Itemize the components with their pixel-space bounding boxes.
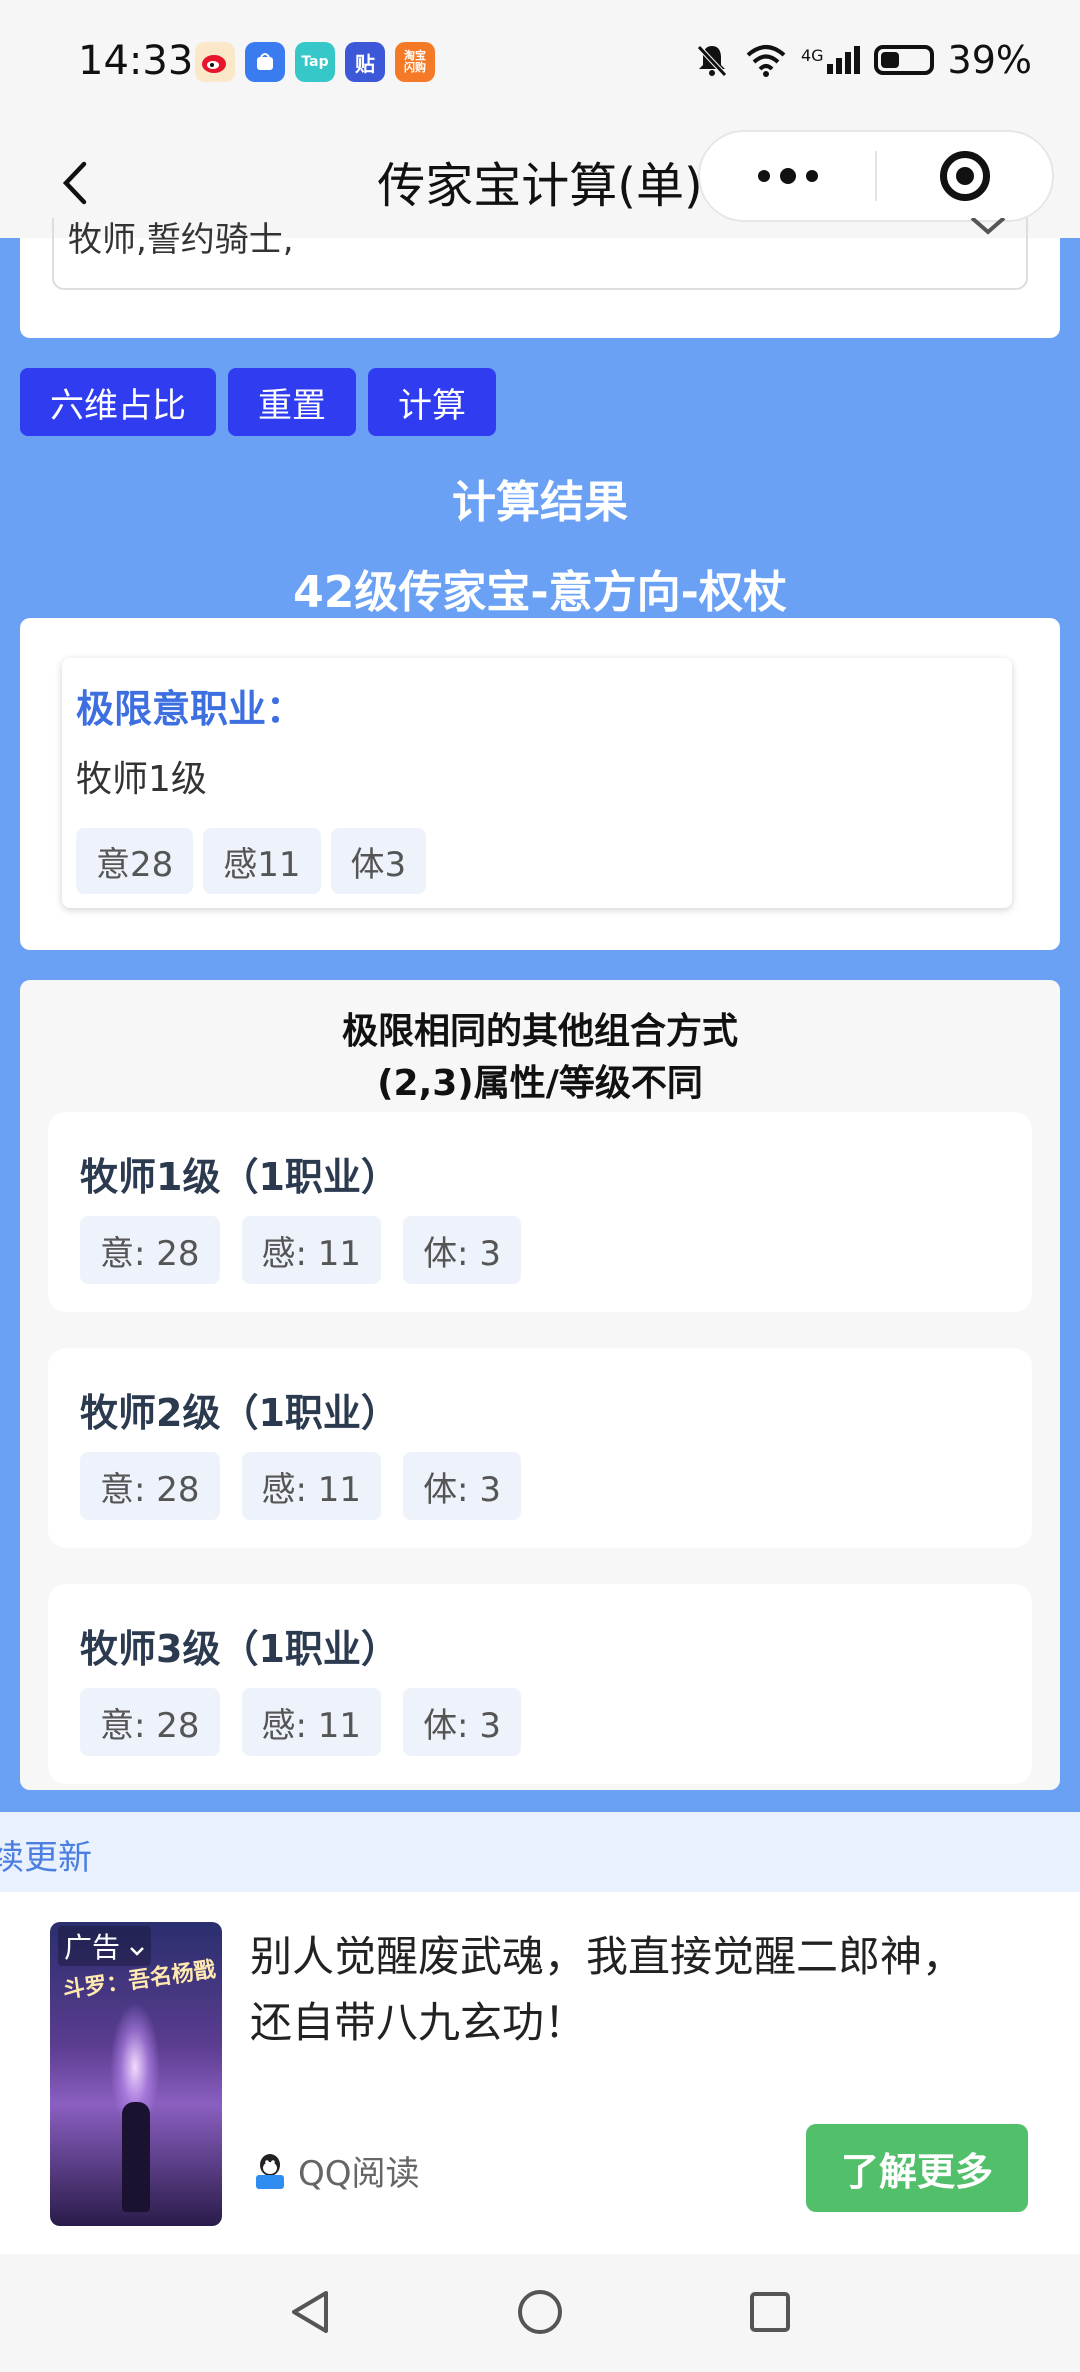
combo-tags: 意: 28 感: 11 体: 3 bbox=[80, 1216, 521, 1284]
mute-bell-icon bbox=[697, 45, 727, 77]
ad-banner[interactable]: 续更新 斗罗：吾名杨戬 广告 别人觉醒废武魂，我直接觉醒二郎神，还自带八九玄功！… bbox=[0, 1812, 1080, 2254]
status-bar: 14:33 Tap 贴 淘宝 闪购 4G 39% bbox=[0, 0, 1080, 128]
select-value: 牧师,誓约骑士, bbox=[68, 220, 294, 260]
triangle-back-icon bbox=[292, 2291, 328, 2333]
ad-badge-label: 广告 bbox=[64, 1931, 121, 1964]
stat-tag: 意28 bbox=[76, 828, 194, 894]
system-nav-bar bbox=[0, 2254, 1080, 2372]
combo-tags: 意: 28 感: 11 体: 3 bbox=[80, 1452, 521, 1520]
battery-icon bbox=[873, 45, 934, 75]
target-close-icon bbox=[939, 151, 990, 201]
stat-tag: 体: 3 bbox=[403, 1452, 521, 1520]
action-buttons: 六维占比 重置 计算 bbox=[20, 368, 496, 436]
ad-source-name: QQ阅读 bbox=[298, 2154, 420, 2194]
limit-tags: 意28 感11 体3 bbox=[76, 828, 427, 894]
stat-tag: 意: 28 bbox=[80, 1688, 220, 1756]
result-subtitle: 42级传家宝-意方向-权杖 bbox=[293, 567, 787, 618]
selection-card: 牧师,誓约骑士, bbox=[20, 218, 1060, 338]
limit-card: 极限意职业： 牧师1级 意28 感11 体3 bbox=[20, 618, 1060, 950]
ad-cover-image[interactable]: 斗罗：吾名杨戬 广告 bbox=[50, 1922, 222, 2226]
combo-name: 牧师1级（1职业） bbox=[80, 1155, 399, 1199]
combo-card: 牧师2级（1职业） 意: 28 感: 11 体: 3 bbox=[48, 1348, 1032, 1548]
limit-inner-card: 极限意职业： 牧师1级 意28 感11 体3 bbox=[62, 658, 1012, 908]
combo-name: 牧师3级（1职业） bbox=[80, 1627, 399, 1671]
limit-label: 极限意职业： bbox=[76, 687, 305, 731]
taptap-icon: Tap bbox=[295, 42, 335, 82]
ad-strip: 续更新 bbox=[0, 1812, 1080, 1892]
combo-heading-line2: (2,3)属性/等级不同 bbox=[377, 1063, 703, 1104]
weibo-icon bbox=[195, 42, 235, 82]
more-dots-icon bbox=[757, 170, 770, 182]
ratio-button[interactable]: 六维占比 bbox=[20, 368, 216, 436]
stat-tag: 体: 3 bbox=[403, 1216, 521, 1284]
cellular-signal-icon: 4G bbox=[801, 46, 860, 74]
limit-job: 牧师1级 bbox=[76, 759, 207, 800]
combo-name: 牧师2级（1职业） bbox=[80, 1391, 399, 1435]
ad-text: 别人觉醒废武魂，我直接觉醒二郎神，还自带八九玄功！ bbox=[250, 1932, 965, 2047]
square-recents-icon bbox=[750, 2292, 790, 2332]
reset-button[interactable]: 重置 bbox=[228, 368, 356, 436]
stat-tag: 意: 28 bbox=[80, 1216, 220, 1284]
combo-section: 极限相同的其他组合方式 (2,3)属性/等级不同 牧师1级（1职业） 意: 28… bbox=[20, 980, 1060, 1790]
combo-card: 牧师3级（1职业） 意: 28 感: 11 体: 3 bbox=[48, 1584, 1032, 1784]
combo-heading: 极限相同的其他组合方式 (2,3)属性/等级不同 bbox=[20, 1006, 1060, 1110]
ad-strip-text: 续更新 bbox=[0, 1838, 92, 1878]
system-recents-button[interactable] bbox=[740, 2282, 800, 2342]
stat-tag: 感: 11 bbox=[241, 1452, 382, 1520]
status-indicators: 4G 39% bbox=[693, 38, 1032, 82]
chevron-down-icon bbox=[130, 1947, 144, 1956]
ad-badge[interactable]: 广告 bbox=[58, 1926, 151, 1966]
ad-source: QQ阅读 bbox=[252, 2146, 420, 2195]
profession-select[interactable]: 牧师,誓约骑士, bbox=[52, 218, 1028, 290]
wifi-icon bbox=[746, 45, 786, 77]
qq-reading-icon bbox=[256, 2153, 284, 2189]
stat-tag: 感: 11 bbox=[241, 1688, 382, 1756]
more-button[interactable] bbox=[700, 168, 875, 184]
tieba-icon: 贴 bbox=[345, 42, 385, 82]
result-title: 计算结果 bbox=[452, 477, 628, 528]
battery-level: 39% bbox=[947, 38, 1032, 82]
network-type: 4G bbox=[800, 46, 824, 65]
stat-tag: 感11 bbox=[203, 828, 321, 894]
app-market-icon bbox=[245, 42, 285, 82]
stat-tag: 体3 bbox=[330, 828, 427, 894]
stat-tag: 意: 28 bbox=[80, 1452, 220, 1520]
learn-more-button[interactable]: 了解更多 bbox=[806, 2124, 1028, 2212]
stat-tag: 体: 3 bbox=[403, 1688, 521, 1756]
combo-tags: 意: 28 感: 11 体: 3 bbox=[80, 1688, 521, 1756]
close-miniprogram-button[interactable] bbox=[877, 151, 1052, 201]
calculate-button[interactable]: 计算 bbox=[368, 368, 496, 436]
status-time: 14:33 bbox=[78, 38, 194, 84]
notification-app-icons: Tap 贴 淘宝 闪购 bbox=[195, 42, 435, 82]
stat-tag: 感: 11 bbox=[241, 1216, 382, 1284]
system-home-button[interactable] bbox=[510, 2282, 570, 2342]
combo-heading-line1: 极限相同的其他组合方式 bbox=[341, 1011, 738, 1052]
taobao-flash-icon: 淘宝 闪购 bbox=[395, 42, 435, 82]
system-back-button[interactable] bbox=[280, 2282, 340, 2342]
chevron-down-icon bbox=[970, 218, 1006, 235]
circle-home-icon bbox=[518, 2290, 562, 2334]
combo-card: 牧师1级（1职业） 意: 28 感: 11 体: 3 bbox=[48, 1112, 1032, 1312]
capsule-menu bbox=[698, 130, 1054, 222]
